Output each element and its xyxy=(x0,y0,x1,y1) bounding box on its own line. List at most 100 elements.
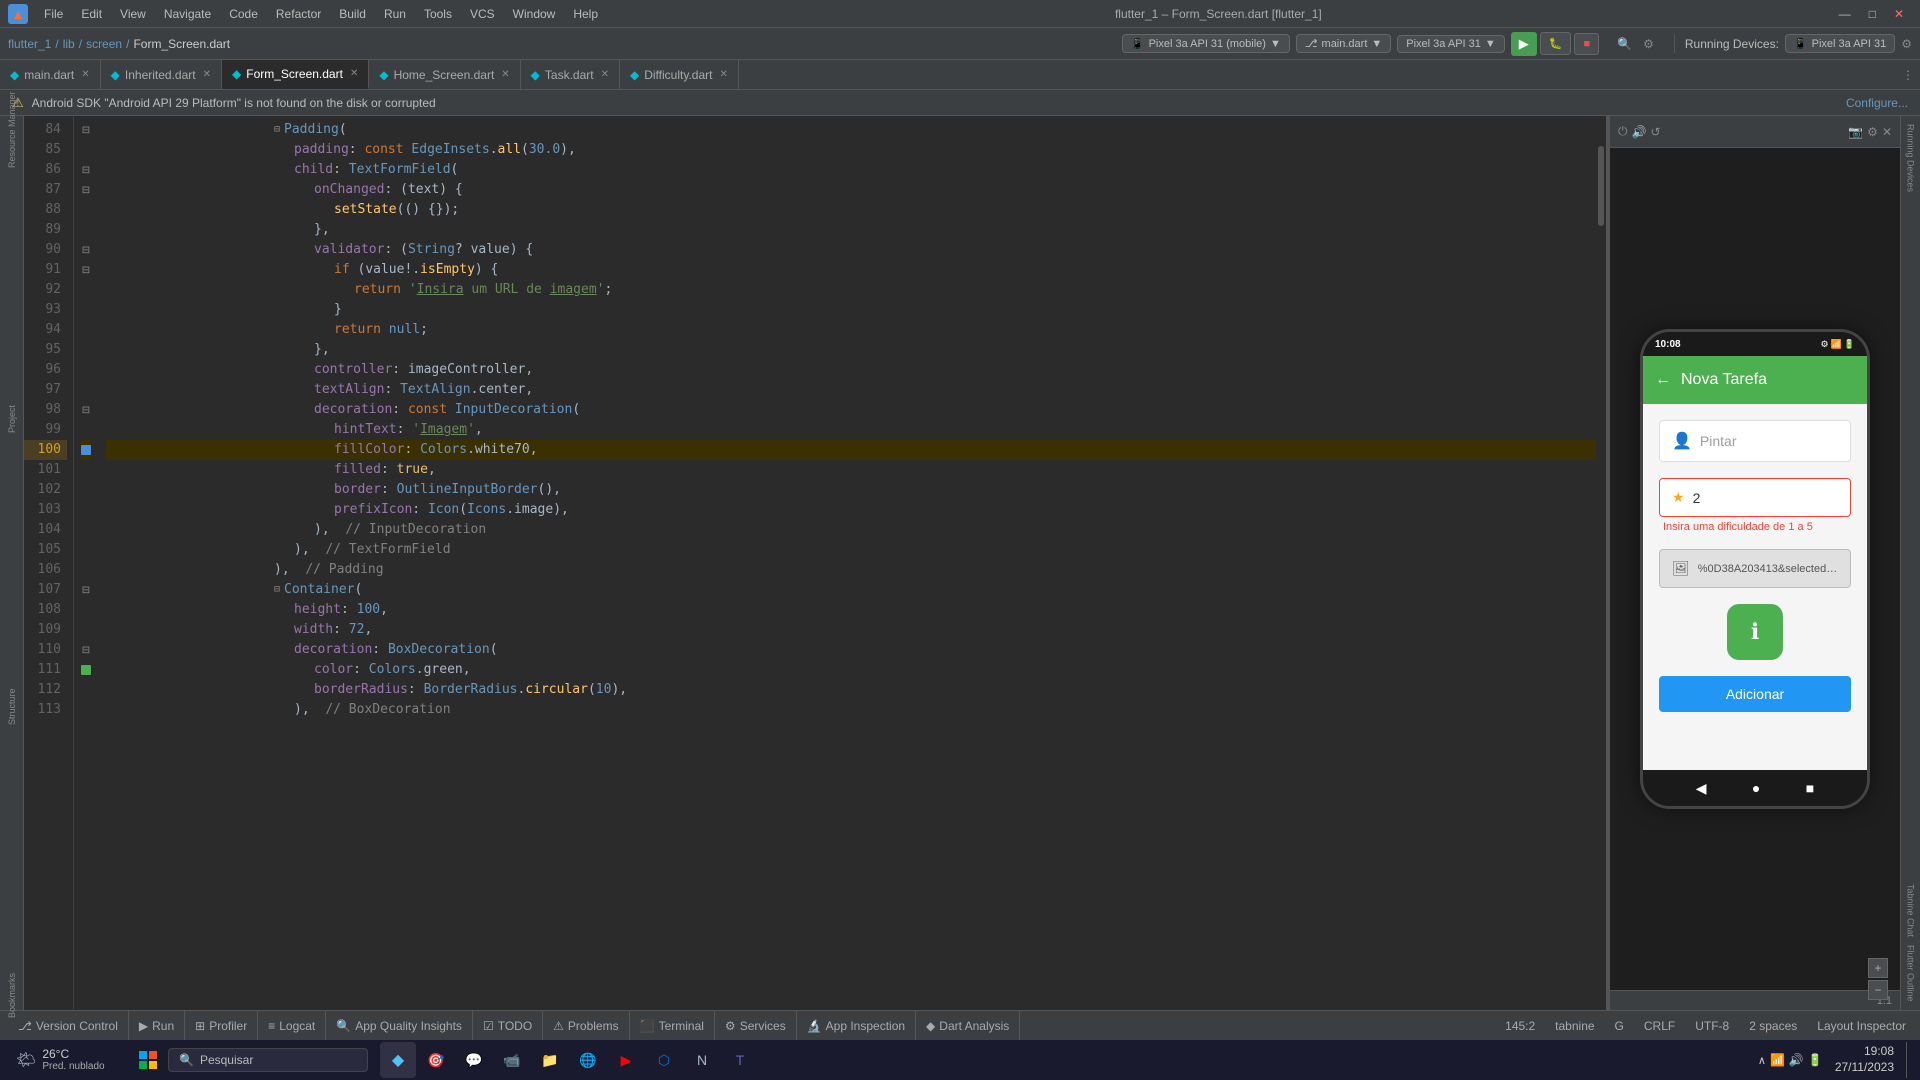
window-maximize[interactable]: □ xyxy=(1861,5,1884,23)
screenshot-icon[interactable]: 📷 xyxy=(1848,125,1863,139)
phone-recent-btn[interactable]: ■ xyxy=(1806,780,1814,796)
status-google-icon[interactable]: G xyxy=(1609,1019,1630,1033)
zoom-out-btn[interactable]: − xyxy=(1868,980,1888,1000)
flutter-outline-label[interactable]: Flutter Outline xyxy=(1906,945,1916,1002)
close-tab-form[interactable]: ✕ xyxy=(350,68,358,79)
menu-vcs[interactable]: VCS xyxy=(462,5,503,23)
close-tab-task[interactable]: ✕ xyxy=(601,69,609,80)
tab-main-dart[interactable]: ◆ main.dart ✕ xyxy=(0,60,101,89)
start-button[interactable] xyxy=(132,1044,164,1076)
fold-86[interactable]: ⊟ xyxy=(78,160,94,180)
settings-icon[interactable]: ⚙ xyxy=(1639,35,1658,53)
zoom-in-btn[interactable]: + xyxy=(1868,958,1888,978)
fold-90[interactable]: ⊟ xyxy=(78,240,94,260)
window-minimize[interactable]: — xyxy=(1831,5,1859,23)
close-tab-inherited[interactable]: ✕ xyxy=(203,69,211,80)
status-position[interactable]: 145:2 xyxy=(1499,1019,1541,1033)
taskbar-app-edge[interactable]: ⬡ xyxy=(646,1042,682,1078)
tray-up-arrow[interactable]: ∧ xyxy=(1758,1054,1766,1067)
bottom-tab-services[interactable]: ⚙ Services xyxy=(715,1011,797,1040)
running-device[interactable]: 📱 Pixel 3a API 31 xyxy=(1785,34,1895,53)
tab-inherited-dart[interactable]: ◆ Inherited.dart ✕ xyxy=(101,60,222,89)
menu-tools[interactable]: Tools xyxy=(416,5,460,23)
phone-home-btn[interactable]: ● xyxy=(1752,780,1760,796)
close-tab-home[interactable]: ✕ xyxy=(501,69,509,80)
close-device-icon[interactable]: ✕ xyxy=(1882,125,1892,139)
battery-icon[interactable]: 🔋 xyxy=(1808,1053,1823,1067)
phone-name-field[interactable]: 👤 Pintar xyxy=(1659,420,1851,462)
bottom-tab-version-control[interactable]: ⎇ Version Control xyxy=(8,1011,129,1040)
settings-gear-icon[interactable]: ⚙ xyxy=(1901,37,1912,51)
close-tab-main[interactable]: ✕ xyxy=(81,69,89,80)
fold-107[interactable]: ⊟ xyxy=(78,580,94,600)
run-button[interactable]: ▶ xyxy=(1511,32,1537,56)
phone-difficulty-field[interactable]: ★ 2 xyxy=(1659,478,1851,517)
phone-back-btn[interactable]: ◀ xyxy=(1696,780,1707,797)
menu-navigate[interactable]: Navigate xyxy=(156,5,219,23)
tab-task-dart[interactable]: ◆ Task.dart ✕ xyxy=(521,60,620,89)
power-icon[interactable]: ⏻ xyxy=(1618,124,1628,139)
search-icon[interactable]: 🔍 xyxy=(1613,35,1636,53)
fold-87[interactable]: ⊟ xyxy=(78,180,94,200)
close-tab-difficulty[interactable]: ✕ xyxy=(719,69,727,80)
bottom-tab-todo[interactable]: ☑ TODO xyxy=(473,1011,543,1040)
sidebar-resource-manager[interactable]: Resource Manager xyxy=(2,120,22,140)
taskbar-app-zoom[interactable]: 📹 xyxy=(494,1042,530,1078)
taskbar-app-chrome[interactable]: 🌐 xyxy=(570,1042,606,1078)
taskbar-search[interactable]: 🔍 Pesquisar xyxy=(168,1048,368,1072)
weather-widget[interactable]: 🌤 26°C Pred. nublado xyxy=(8,1047,128,1073)
stop-button[interactable]: ■ xyxy=(1574,33,1599,55)
taskbar-app-teams[interactable]: T xyxy=(722,1042,758,1078)
branch-selector[interactable]: ⎇ main.dart ▼ xyxy=(1296,34,1391,53)
debug-button[interactable]: 🐛 xyxy=(1540,32,1572,55)
bottom-tab-run[interactable]: ▶ Run xyxy=(129,1011,185,1040)
rotate-icon[interactable]: ↺ xyxy=(1650,125,1660,139)
bottom-tab-inspection[interactable]: 🔬 App Inspection xyxy=(797,1011,916,1040)
phone-image-field[interactable]: 🖼 %0D38A203413&selectedIndex=5 xyxy=(1659,549,1851,588)
sidebar-project[interactable]: Project xyxy=(2,409,22,429)
taskbar-app-task1[interactable]: 🎯 xyxy=(418,1042,454,1078)
phone-fab[interactable]: ℹ xyxy=(1727,604,1783,660)
path-file[interactable]: Form_Screen.dart xyxy=(133,37,230,51)
taskbar-app-discord[interactable]: 💬 xyxy=(456,1042,492,1078)
menu-run[interactable]: Run xyxy=(376,5,414,23)
code-content[interactable]: ⊟Padding( padding: const EdgeInsets.all(… xyxy=(98,116,1596,1010)
phone-back-arrow[interactable]: ← xyxy=(1655,371,1671,389)
fold-110[interactable]: ⊟ xyxy=(78,640,94,660)
menu-file[interactable]: File xyxy=(36,5,71,23)
configure-link[interactable]: Configure... xyxy=(1846,96,1908,110)
bottom-tab-logcat[interactable]: ≡ Logcat xyxy=(258,1011,326,1040)
tab-form-screen-dart[interactable]: ◆ Form_Screen.dart ✕ xyxy=(222,60,369,89)
taskbar-app-youtube[interactable]: ▶ xyxy=(608,1042,644,1078)
taskbar-clock[interactable]: 19:08 27/11/2023 xyxy=(1827,1044,1902,1075)
device-selector[interactable]: 📱 Pixel 3a API 31 (mobile) ▼ xyxy=(1122,34,1290,53)
volume-icon[interactable]: 🔊 xyxy=(1632,125,1647,139)
fold-91[interactable]: ⊟ xyxy=(78,260,94,280)
menu-help[interactable]: Help xyxy=(565,5,606,23)
path-screen[interactable]: screen xyxy=(86,37,122,51)
window-close[interactable]: ✕ xyxy=(1886,5,1912,23)
bottom-tab-quality[interactable]: 🔍 App Quality Insights xyxy=(326,1011,473,1040)
running-devices-sidebar-label[interactable]: Running Devices xyxy=(1906,124,1916,192)
menu-code[interactable]: Code xyxy=(221,5,266,23)
tabnine-chat-label[interactable]: Tabnine Chat xyxy=(1906,884,1916,937)
menu-refactor[interactable]: Refactor xyxy=(268,5,329,23)
tabs-overflow-btn[interactable]: ⋮ xyxy=(1896,60,1920,89)
fold-98[interactable]: ⊟ xyxy=(78,400,94,420)
taskbar-app-notion[interactable]: N xyxy=(684,1042,720,1078)
fold-84[interactable]: ⊟ xyxy=(78,120,94,140)
taskbar-app-flutter[interactable]: ◆ xyxy=(380,1042,416,1078)
status-line-sep[interactable]: CRLF xyxy=(1638,1019,1681,1033)
status-tabnine[interactable]: tabnine xyxy=(1549,1019,1600,1033)
phone-add-button[interactable]: Adicionar xyxy=(1659,676,1851,712)
layout-inspector-link[interactable]: Layout Inspector xyxy=(1811,1019,1912,1033)
sidebar-structure[interactable]: Structure xyxy=(2,697,22,717)
bottom-tab-problems[interactable]: ⚠ Problems xyxy=(543,1011,629,1040)
path-lib[interactable]: lib xyxy=(63,37,75,51)
vertical-scrollbar[interactable] xyxy=(1596,116,1606,1010)
bottom-tab-profiler[interactable]: ⊞ Profiler xyxy=(185,1011,258,1040)
run-config-selector[interactable]: Pixel 3a API 31 ▼ xyxy=(1397,35,1505,53)
tab-home-screen-dart[interactable]: ◆ Home_Screen.dart ✕ xyxy=(369,60,520,89)
sound-icon[interactable]: 🔊 xyxy=(1789,1053,1804,1067)
bottom-tab-dart-analysis[interactable]: ◆ Dart Analysis xyxy=(916,1011,1020,1040)
